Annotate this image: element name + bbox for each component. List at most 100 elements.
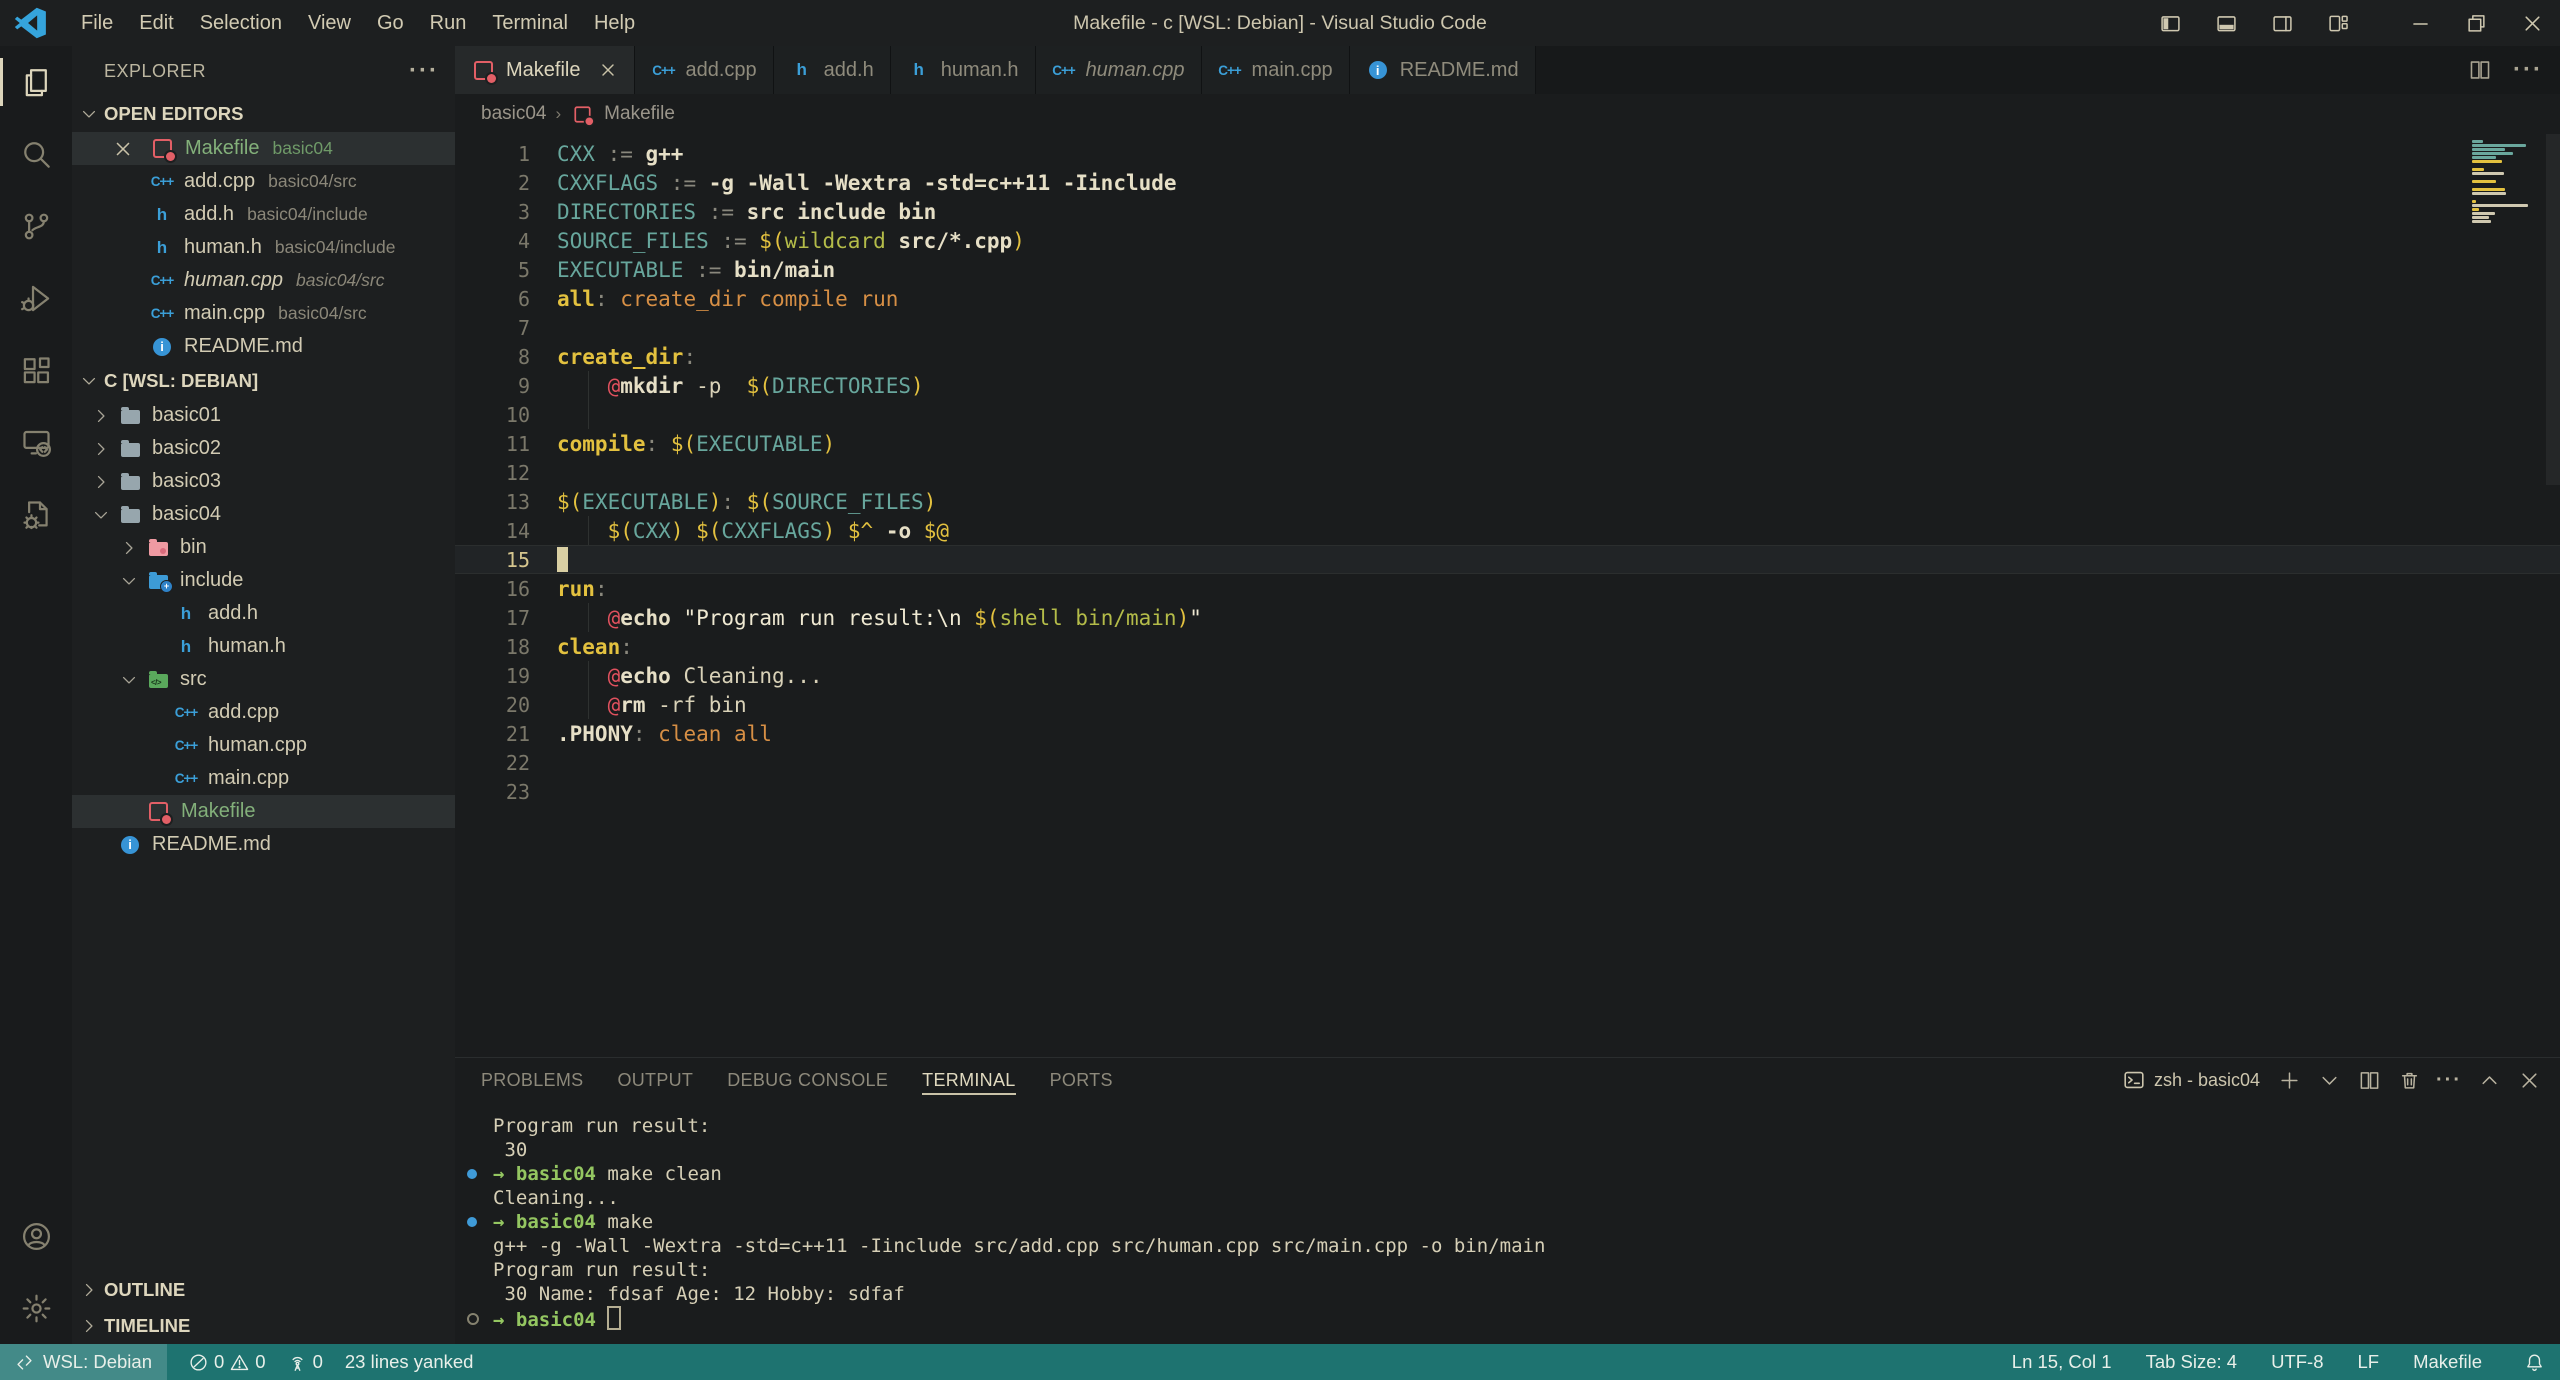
open-editor-add-h[interactable]: hadd.hbasic04/include — [72, 198, 455, 231]
close-panel-button[interactable] — [2510, 1061, 2548, 1099]
code-line-1[interactable]: 1CXX := g++ — [455, 139, 2560, 168]
code-line-20[interactable]: 20 @rm -rf bin — [455, 690, 2560, 719]
layout-customize-button[interactable] — [2310, 0, 2366, 46]
terminal-dropdown-button[interactable] — [2310, 1061, 2348, 1099]
workspace-section-header[interactable]: C [WSL: DEBIAN] — [72, 363, 455, 399]
code-line-6[interactable]: 6all: create_dir compile run — [455, 284, 2560, 313]
code-line-15[interactable]: 15 — [455, 545, 2560, 574]
activitybar-cpp-tools[interactable] — [0, 478, 72, 550]
tree-item-bin[interactable]: bin — [72, 531, 455, 564]
kill-terminal-button[interactable] — [2390, 1061, 2428, 1099]
activitybar-explorer[interactable] — [0, 46, 72, 118]
status-utf-8[interactable]: UTF-8 — [2271, 1351, 2323, 1373]
breadcrumb-file[interactable]: Makefile — [604, 103, 675, 125]
tab-add-cpp[interactable]: C++add.cpp — [635, 46, 773, 94]
menu-run[interactable]: Run — [417, 0, 480, 46]
status-tab-size-4[interactable]: Tab Size: 4 — [2146, 1351, 2238, 1373]
tree-item-add-h[interactable]: hadd.h — [72, 597, 455, 630]
activitybar-account[interactable] — [0, 1200, 72, 1272]
code-line-5[interactable]: 5EXECUTABLE := bin/main — [455, 255, 2560, 284]
minimize-button[interactable] — [2392, 0, 2448, 46]
code-line-21[interactable]: 21.PHONY: clean all — [455, 719, 2560, 748]
panel-tab-debug-console[interactable]: DEBUG CONSOLE — [727, 1058, 888, 1102]
panel-tab-output[interactable]: OUTPUT — [617, 1058, 693, 1102]
open-editor-readme-md[interactable]: iREADME.md — [72, 330, 455, 363]
activitybar-extensions[interactable] — [0, 334, 72, 406]
menu-view[interactable]: View — [295, 0, 364, 46]
code-line-11[interactable]: 11compile: $(EXECUTABLE) — [455, 429, 2560, 458]
tab-main-cpp[interactable]: C++main.cpp — [1202, 46, 1350, 94]
activitybar-run-debug[interactable] — [0, 262, 72, 334]
close-icon[interactable] — [112, 138, 134, 160]
activitybar-settings[interactable] — [0, 1272, 72, 1344]
code-line-22[interactable]: 22 — [455, 748, 2560, 777]
code-line-16[interactable]: 16run: — [455, 574, 2560, 603]
status-makefile[interactable]: Makefile — [2413, 1351, 2482, 1373]
problems-status[interactable]: 0 0 — [189, 1351, 266, 1373]
tree-item-main-cpp[interactable]: C++main.cpp — [72, 762, 455, 795]
editor-more-actions-button[interactable]: ··· — [2506, 46, 2550, 94]
tree-item-makefile[interactable]: Makefile — [72, 795, 455, 828]
close-button[interactable] — [2504, 0, 2560, 46]
code-editor[interactable]: 1CXX := g++2CXXFLAGS := -g -Wall -Wextra… — [455, 134, 2560, 1057]
menu-terminal[interactable]: Terminal — [479, 0, 581, 46]
terminal-selector[interactable]: zsh - basic04 — [2123, 1069, 2260, 1091]
activitybar-source-control[interactable] — [0, 190, 72, 262]
open-editor-main-cpp[interactable]: C++main.cppbasic04/src — [72, 297, 455, 330]
restore-button[interactable] — [2448, 0, 2504, 46]
tree-item-basic02[interactable]: basic02 — [72, 432, 455, 465]
code-line-7[interactable]: 7 — [455, 313, 2560, 342]
views-actions-button[interactable]: ··· — [409, 57, 439, 85]
notifications-bell-button[interactable] — [2516, 1353, 2552, 1372]
tab-human-cpp[interactable]: C++human.cpp — [1036, 46, 1202, 94]
section-timeline[interactable]: TIMELINE — [72, 1308, 455, 1344]
tab-makefile[interactable]: Makefile — [455, 46, 635, 94]
layout-sidebar-left-button[interactable] — [2142, 0, 2198, 46]
tree-item-human-h[interactable]: hhuman.h — [72, 630, 455, 663]
tab-human-h[interactable]: hhuman.h — [891, 46, 1036, 94]
code-line-8[interactable]: 8create_dir: — [455, 342, 2560, 371]
panel-tab-problems[interactable]: PROBLEMS — [481, 1058, 583, 1102]
tab-add-h[interactable]: hadd.h — [774, 46, 891, 94]
status-lf[interactable]: LF — [2358, 1351, 2380, 1373]
tree-item-src[interactable]: src — [72, 663, 455, 696]
tree-item-add-cpp[interactable]: C++add.cpp — [72, 696, 455, 729]
close-icon[interactable] — [598, 60, 618, 80]
code-line-4[interactable]: 4SOURCE_FILES := $(wildcard src/*.cpp) — [455, 226, 2560, 255]
tree-item-basic03[interactable]: basic03 — [72, 465, 455, 498]
split-terminal-button[interactable] — [2350, 1061, 2388, 1099]
code-line-9[interactable]: 9 @mkdir -p $(DIRECTORIES) — [455, 371, 2560, 400]
code-line-23[interactable]: 23 — [455, 777, 2560, 806]
tree-item-basic04[interactable]: basic04 — [72, 498, 455, 531]
terminal-content[interactable]: Program run result: 30→ basic04 make cle… — [455, 1102, 2560, 1344]
menu-go[interactable]: Go — [364, 0, 417, 46]
tree-item-include[interactable]: include — [72, 564, 455, 597]
code-line-14[interactable]: 14 $(CXX) $(CXXFLAGS) $^ -o $@ — [455, 516, 2560, 545]
editor-scrollbar[interactable] — [2546, 134, 2560, 1057]
open-editor-add-cpp[interactable]: C++add.cppbasic04/src — [72, 165, 455, 198]
open-editor-human-h[interactable]: hhuman.hbasic04/include — [72, 231, 455, 264]
status-ln-15-col-1[interactable]: Ln 15, Col 1 — [2012, 1351, 2112, 1373]
open-editors-section-header[interactable]: OPEN EDITORS — [72, 96, 455, 132]
layout-panel-button[interactable] — [2198, 0, 2254, 46]
code-line-18[interactable]: 18clean: — [455, 632, 2560, 661]
tree-item-readme-md[interactable]: iREADME.md — [72, 828, 455, 861]
panel-tab-terminal[interactable]: TERMINAL — [922, 1058, 1015, 1102]
code-line-12[interactable]: 12 — [455, 458, 2560, 487]
section-outline[interactable]: OUTLINE — [72, 1272, 455, 1308]
breadcrumb-folder[interactable]: basic04 — [481, 103, 547, 125]
tree-item-basic01[interactable]: basic01 — [72, 399, 455, 432]
menu-help[interactable]: Help — [581, 0, 648, 46]
split-editor-button[interactable] — [2458, 46, 2502, 94]
remote-indicator[interactable]: WSL: Debian — [0, 1344, 167, 1380]
menu-file[interactable]: File — [68, 0, 126, 46]
code-line-3[interactable]: 3DIRECTORIES := src include bin — [455, 197, 2560, 226]
menu-selection[interactable]: Selection — [187, 0, 295, 46]
layout-sidebar-right-button[interactable] — [2254, 0, 2310, 46]
new-terminal-button[interactable] — [2270, 1061, 2308, 1099]
activitybar-search[interactable] — [0, 118, 72, 190]
code-line-2[interactable]: 2CXXFLAGS := -g -Wall -Wextra -std=c++11… — [455, 168, 2560, 197]
open-editor-makefile[interactable]: Makefilebasic04 — [72, 132, 455, 165]
code-line-13[interactable]: 13$(EXECUTABLE): $(SOURCE_FILES) — [455, 487, 2560, 516]
panel-more-actions-button[interactable]: ··· — [2430, 1061, 2468, 1099]
